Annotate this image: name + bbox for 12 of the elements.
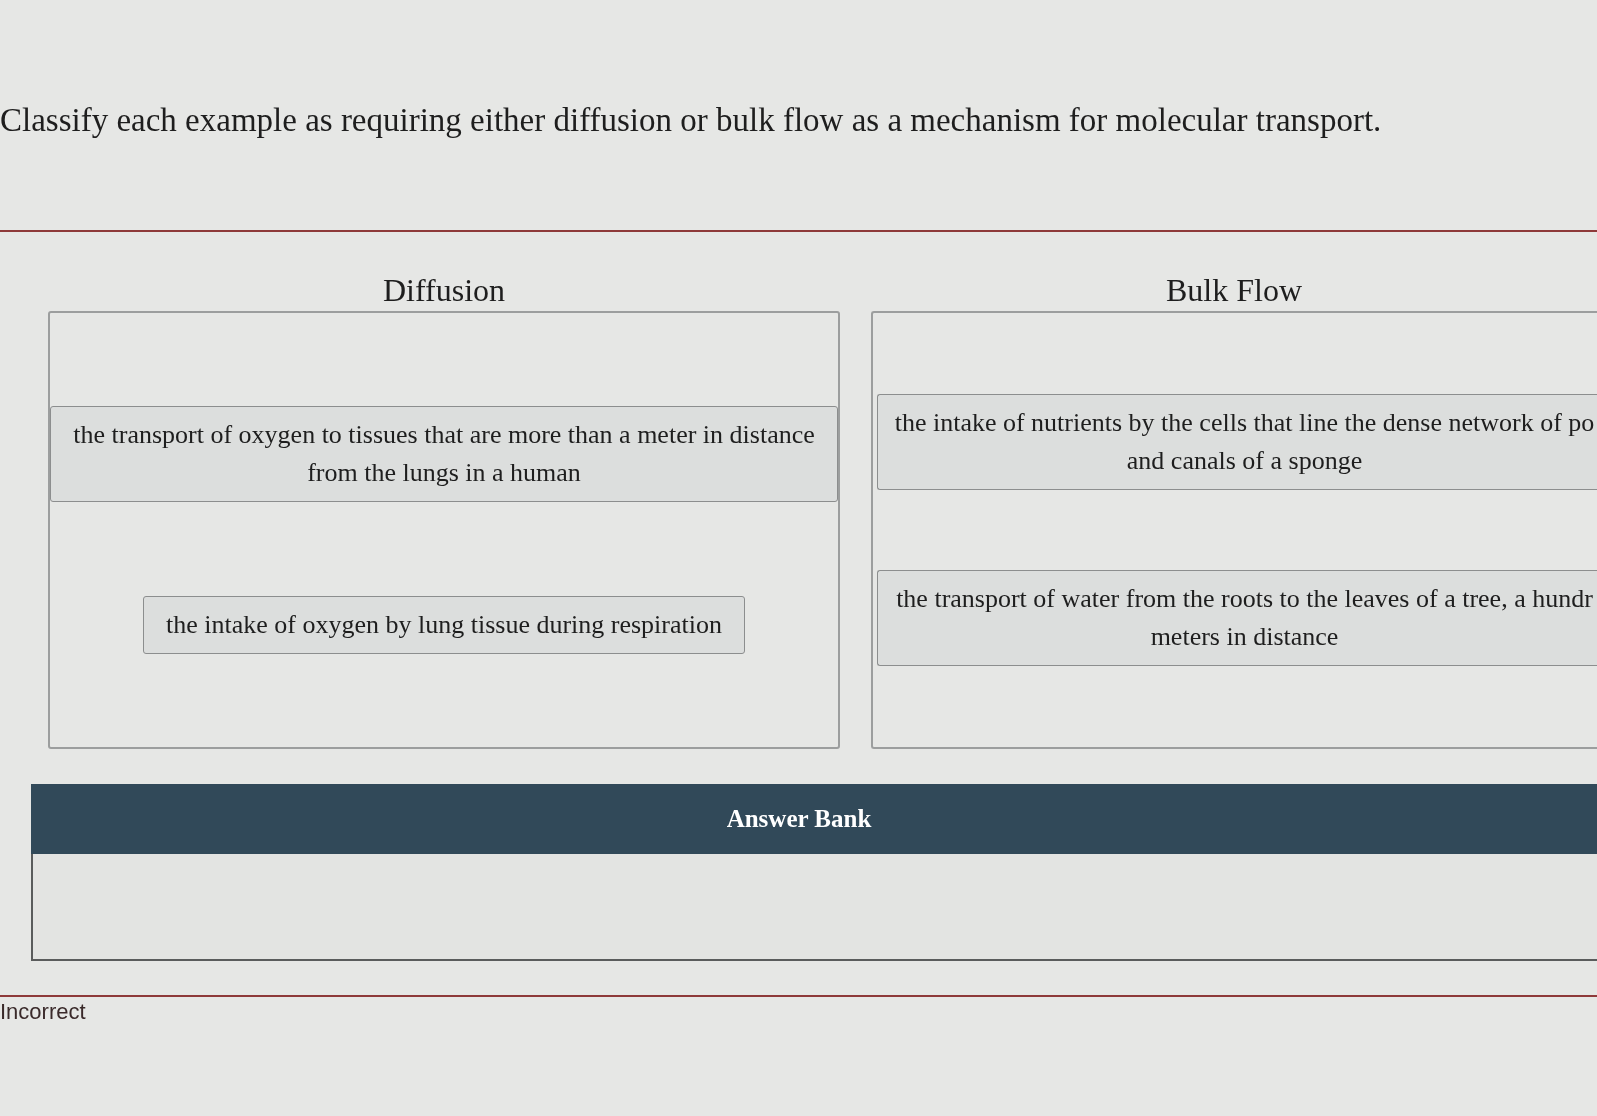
answer-bank-header: Answer Bank xyxy=(31,784,1597,854)
drop-zone[interactable]: the intake of nutrients by the cells that line the dense network of po and canals of a sponge the transport of water from the roots to the leaves of a tree, a hundr meters in distance xyxy=(871,311,1597,749)
answer-card[interactable]: the transport of water from the roots to the leaves of a tree, a hundr meters in distance xyxy=(877,570,1597,667)
column-heading: Bulk Flow xyxy=(1166,271,1302,310)
column-heading: Diffusion xyxy=(382,271,506,310)
question-text: Classify each example as requiring either diffusion or bulk flow as a mechanism for molecular transport. xyxy=(0,101,1382,140)
feedback-text: Incorrect xyxy=(0,998,86,1026)
drop-zone[interactable]: the transport of oxygen to tissues that are more than a meter in distance from the lungs in a human the intake of oxygen by lung tissue during respiration xyxy=(48,311,840,749)
answer-card[interactable]: the intake of nutrients by the cells that line the dense network of po and canals of a sponge xyxy=(877,393,1597,490)
answer-card[interactable]: the transport of oxygen to tissues that are more than a meter in distance from the lungs in a human xyxy=(50,406,838,503)
answer-bank-area[interactable] xyxy=(31,854,1597,961)
answer-card[interactable]: the intake of oxygen by lung tissue during respiration xyxy=(143,595,745,654)
